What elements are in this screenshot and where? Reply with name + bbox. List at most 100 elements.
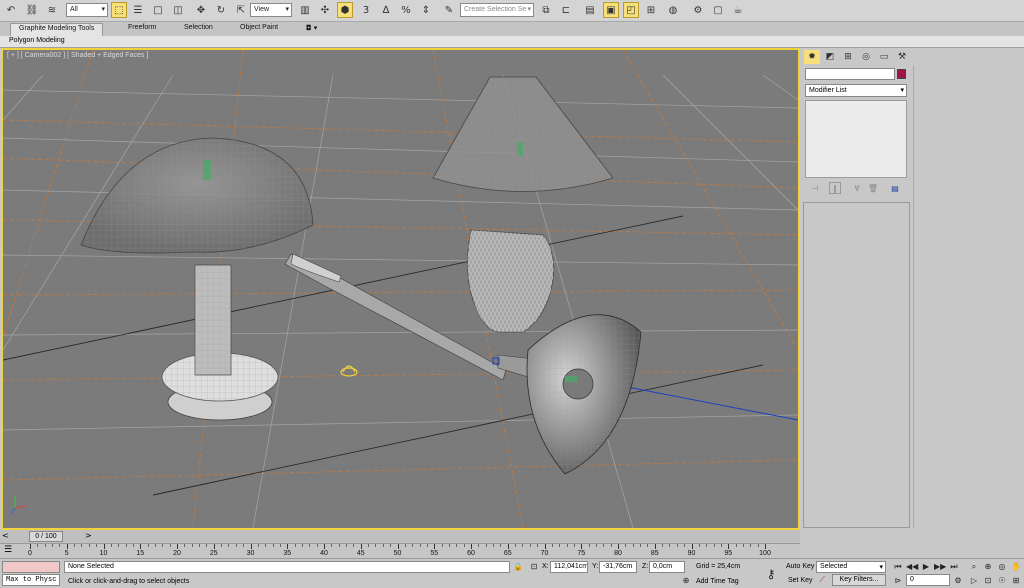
manipulate-icon[interactable]: ✣ — [317, 2, 333, 18]
current-frame-field[interactable]: 0 — [906, 574, 950, 586]
configure-modifier-sets-icon[interactable]: ▤ — [889, 182, 901, 194]
time-configuration-icon[interactable]: ⚙ — [952, 576, 964, 587]
maximize-viewport-icon[interactable]: ⊞ — [1010, 576, 1022, 587]
time-slider[interactable]: < 0 / 100 > — [0, 530, 800, 543]
track-bar[interactable]: ☰ 0 5 10 15 20 25 30 35 40 45 50 55 60 65 70 75 80 85 90 95… — [0, 543, 800, 558]
modifier-stack[interactable] — [805, 100, 907, 178]
play-icon[interactable]: ▶ — [920, 562, 932, 573]
pin-stack-icon[interactable]: ⊣ — [809, 182, 821, 194]
object-color-swatch[interactable] — [897, 69, 906, 79]
layer-manager-icon[interactable]: ▤ — [582, 2, 598, 18]
schematic-view-icon[interactable]: ⊞ — [643, 2, 659, 18]
field-of-view-icon[interactable]: ▷ — [968, 576, 980, 587]
orbit-icon[interactable]: ◎ — [996, 562, 1008, 573]
named-selection-set-dropdown[interactable]: Create Selection Se ▾ — [460, 3, 534, 17]
add-time-tag[interactable]: Add Time Tag — [696, 578, 739, 585]
rotate-icon[interactable]: ↻ — [213, 2, 229, 18]
zoom-extents-icon[interactable]: ⊡ — [982, 576, 994, 587]
window-crossing-icon[interactable]: ◫ — [170, 2, 186, 18]
default-tangents-icon[interactable]: ⟋ — [816, 575, 828, 586]
ruler-tick-label: 50 — [393, 550, 402, 557]
y-coordinate-field[interactable]: -31,76cm — [599, 561, 637, 573]
unlink-icon[interactable]: ≋ — [44, 2, 60, 18]
track-ruler[interactable]: 0 5 10 15 20 25 30 35 40 45 50 55 60 65 70 75 80 85 90 95 10… — [28, 544, 780, 559]
snap-toggle-icon[interactable]: 3 — [358, 2, 374, 18]
walk-through-icon[interactable]: ☉ — [996, 576, 1008, 587]
viewport-label[interactable]: [ + ] [ Camera002 ] [ Shaded + Edged Fac… — [7, 52, 148, 59]
ruler-minor-tick — [243, 544, 245, 547]
previous-key-icon[interactable]: ◀◀ — [906, 562, 918, 573]
desk-lamp-arm[interactable] — [284, 253, 642, 475]
pan-icon[interactable]: ✋ — [1010, 562, 1022, 573]
x-coordinate-field[interactable]: 112,041cm — [550, 561, 588, 573]
render-setup-icon[interactable]: ⚙ — [690, 2, 706, 18]
display-tab-icon[interactable]: ▭ — [876, 50, 892, 64]
tab-selection[interactable]: Selection — [184, 24, 213, 31]
select-object-icon[interactable]: ⬚ — [111, 2, 127, 18]
select-and-link-icon[interactable]: ⛓ — [24, 2, 40, 18]
reference-coordinate-dropdown[interactable]: View ▾ — [250, 3, 292, 17]
absolute-mode-icon[interactable]: ⊡ — [528, 562, 540, 573]
z-coordinate-field[interactable]: 0,0cm — [649, 561, 685, 573]
selection-filter-dropdown[interactable]: All ▾ — [66, 3, 108, 17]
angle-snap-icon[interactable]: ∆ — [378, 2, 394, 18]
go-to-end-icon[interactable]: ⏭ — [948, 562, 960, 573]
rectangular-selection-icon[interactable]: □ — [150, 2, 166, 18]
utilities-tab-icon[interactable]: ⚒ — [894, 50, 910, 64]
previous-frame-icon[interactable]: < — [2, 531, 28, 542]
motion-tab-icon[interactable]: ◎ — [858, 50, 874, 64]
mini-curve-editor-icon[interactable]: ☰ — [4, 545, 22, 557]
zoom-all-icon[interactable]: ⊕ — [982, 562, 994, 573]
ruler-tick-label: 10 — [99, 550, 108, 557]
maxscript-mini-input[interactable]: Max to Physc — [2, 574, 60, 586]
ribbon-panel-label[interactable]: Polygon Modeling — [9, 37, 65, 44]
spinner-snap-icon[interactable]: ⇕ — [418, 2, 434, 18]
edit-named-selection-icon[interactable]: ✎ — [441, 2, 457, 18]
maxscript-listener-mini[interactable] — [2, 561, 60, 573]
key-mode-dropdown[interactable]: Selected ▾ — [816, 561, 886, 573]
curve-editor-icon[interactable]: ◰ — [623, 2, 639, 18]
create-tab-icon[interactable]: ✹ — [804, 50, 820, 64]
ruler-minor-tick — [301, 544, 303, 547]
zoom-icon[interactable]: ⌕ — [968, 562, 980, 573]
key-filters-button[interactable]: Key Filters... — [832, 574, 886, 586]
object-name-field[interactable] — [805, 68, 895, 80]
time-slider-thumb[interactable]: 0 / 100 — [29, 531, 63, 542]
go-to-start-icon[interactable]: ⏮ — [892, 562, 904, 573]
show-end-result-icon[interactable]: ‖ — [829, 182, 841, 194]
left-table-lamp[interactable] — [80, 137, 314, 421]
next-key-icon[interactable]: ▶▶ — [934, 562, 946, 573]
auto-key-button[interactable]: Auto Key — [786, 563, 814, 570]
scale-icon[interactable]: ⇱ — [233, 2, 249, 18]
mirror-icon[interactable]: ⧉ — [538, 2, 554, 18]
time-tag-icon[interactable]: ⊕ — [680, 576, 692, 587]
percent-snap-icon[interactable]: % — [398, 2, 414, 18]
key-icon[interactable]: ⚷ — [762, 567, 780, 581]
set-key-button[interactable]: Set Key — [788, 577, 813, 584]
keyboard-shortcut-override-icon[interactable]: ⬢ — [337, 2, 353, 18]
rendered-frame-icon[interactable]: ▢ — [710, 2, 726, 18]
modifier-list-dropdown[interactable]: Modifier List ▾ — [805, 84, 907, 97]
make-unique-icon[interactable]: ∀ — [851, 182, 863, 194]
graphite-toggle-icon[interactable]: ▣ — [603, 2, 619, 18]
light-helper-icon[interactable] — [340, 365, 358, 377]
undo-icon[interactable]: ↶ — [3, 2, 19, 18]
align-icon[interactable]: ⊏ — [558, 2, 574, 18]
key-mode-toggle-icon[interactable]: ⊳ — [892, 576, 904, 587]
next-frame-icon[interactable]: > — [85, 531, 92, 540]
select-by-name-icon[interactable]: ☰ — [130, 2, 146, 18]
tab-object-paint[interactable]: Object Paint — [240, 24, 278, 31]
perspective-viewport[interactable]: [ + ] [ Camera002 ] [ Shaded + Edged Fac… — [1, 48, 800, 530]
ribbon-options-icon[interactable]: ◘ ▾ — [306, 24, 317, 32]
lock-selection-icon[interactable]: 🔒 — [512, 562, 524, 573]
pivot-center-icon[interactable]: ▥ — [297, 2, 313, 18]
remove-modifier-icon[interactable]: 🗑 — [867, 182, 879, 194]
ruler-minor-tick — [647, 544, 649, 547]
hierarchy-tab-icon[interactable]: ⊞ — [840, 50, 856, 64]
material-editor-icon[interactable]: ◍ — [665, 2, 681, 18]
modify-tab-icon[interactable]: ◩ — [822, 50, 838, 64]
tab-freeform[interactable]: Freeform — [128, 24, 156, 31]
render-production-icon[interactable]: ☕ — [730, 2, 746, 18]
tab-graphite-modeling-tools[interactable]: Graphite Modeling Tools — [10, 23, 104, 36]
move-icon[interactable]: ✥ — [193, 2, 209, 18]
